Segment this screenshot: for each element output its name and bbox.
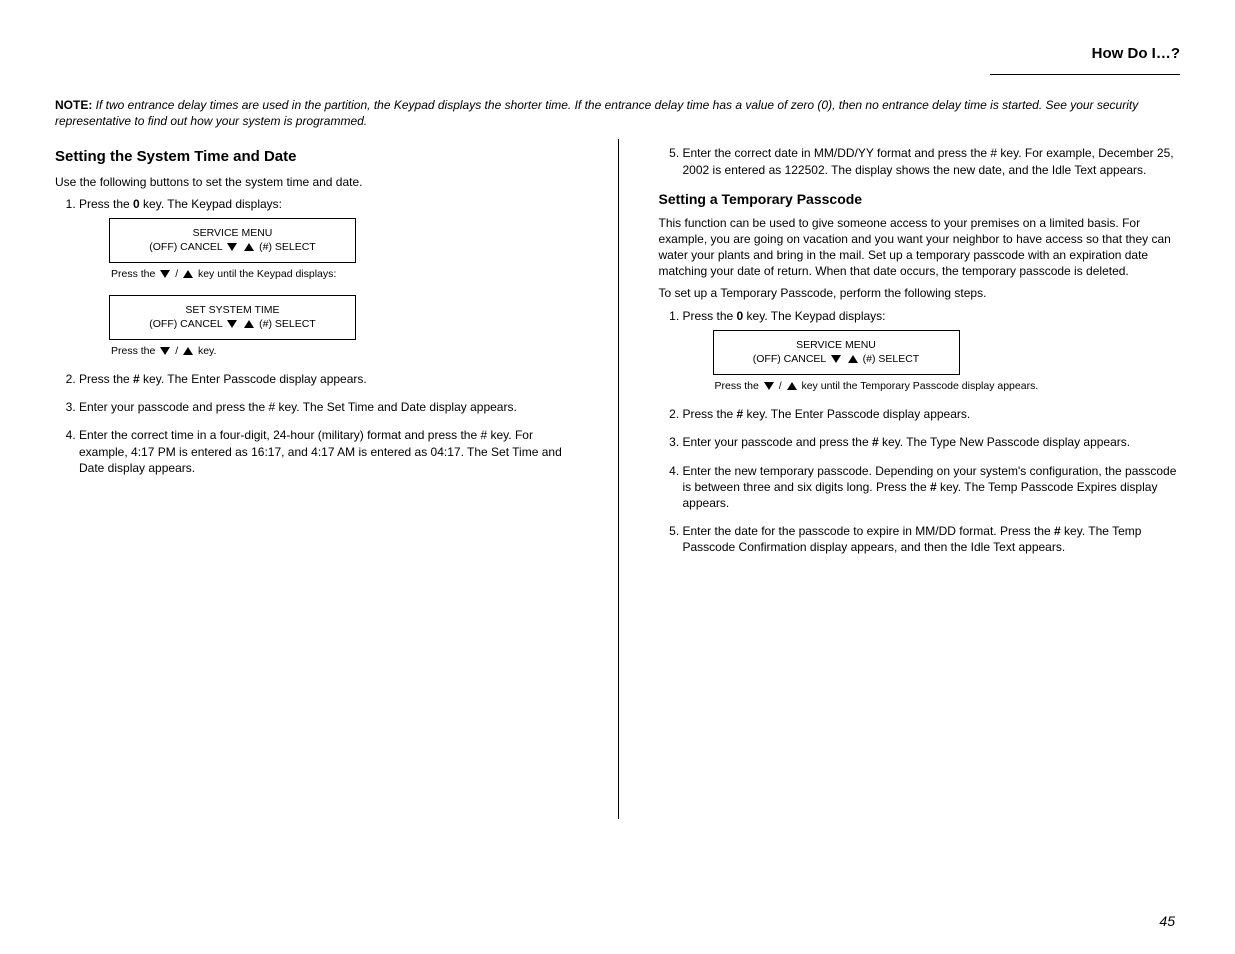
top-note: NOTE: If two entrance delay times are us… <box>55 97 1180 129</box>
right-step-5: Enter the date for the passcode to expir… <box>683 523 1181 555</box>
triangle-up-icon <box>244 241 254 255</box>
display-line-1: SET SYSTEM TIME <box>120 303 345 317</box>
right-step-4: Enter the new temporary passcode. Depend… <box>683 463 1181 512</box>
display-line-2: (OFF) CANCEL (#) SELECT <box>120 317 345 332</box>
triangle-down-icon <box>160 268 170 282</box>
triangle-up-icon <box>787 380 797 394</box>
right-column: Enter the correct date in MM/DD/YY forma… <box>618 139 1181 819</box>
page-header: How Do I…? <box>55 45 1180 79</box>
display-line-2: (OFF) CANCEL (#) SELECT <box>120 240 345 255</box>
triangle-down-icon <box>227 318 237 332</box>
intro-text: Use the following buttons to set the sys… <box>55 174 578 190</box>
display-line-2: (OFF) CANCEL (#) SELECT <box>724 352 949 367</box>
display-line-1: SERVICE MENU <box>120 226 345 240</box>
content-columns: Setting the System Time and Date Use the… <box>55 139 1180 819</box>
keypad-display-service-menu-2: SERVICE MENU (OFF) CANCEL (#) SELECT <box>713 330 960 375</box>
right-step-5-continuation: Enter the correct date in MM/DD/YY forma… <box>683 145 1181 177</box>
left-step-1: Press the 0 key. The Keypad displays: SE… <box>79 196 578 359</box>
under-box-instruction-2: Press the / key. <box>111 344 578 359</box>
right-step5-list: Enter the correct date in MM/DD/YY forma… <box>659 145 1181 177</box>
triangle-up-icon <box>848 353 858 367</box>
triangle-down-icon <box>764 380 774 394</box>
right-step-3: Enter your passcode and press the # key.… <box>683 434 1181 450</box>
right-step-1: Press the 0 key. The Keypad displays: SE… <box>683 308 1181 395</box>
section-title-set-time: Setting the System Time and Date <box>55 147 578 167</box>
right-steps: Press the 0 key. The Keypad displays: SE… <box>659 308 1181 556</box>
triangle-up-icon <box>183 345 193 359</box>
under-box-instruction-3: Press the / key until the Temporary Pass… <box>715 379 1181 394</box>
left-step-3: Enter your passcode and press the # key.… <box>79 399 578 415</box>
under-box-instruction-1: Press the / key until the Keypad display… <box>111 267 578 282</box>
display-line-1: SERVICE MENU <box>724 338 949 352</box>
note-prefix: NOTE: <box>55 98 96 112</box>
keypad-display-service-menu-1: SERVICE MENU (OFF) CANCEL (#) SELECT <box>109 218 356 263</box>
temp-passcode-p1: This function can be used to give someon… <box>659 215 1181 280</box>
header-rule <box>990 74 1180 75</box>
triangle-down-icon <box>227 241 237 255</box>
temp-passcode-p2: To set up a Temporary Passcode, perform … <box>659 285 1181 301</box>
triangle-up-icon <box>183 268 193 282</box>
left-column: Setting the System Time and Date Use the… <box>55 139 618 819</box>
left-step-4: Enter the correct time in a four-digit, … <box>79 427 578 476</box>
section-title-temp-passcode: Setting a Temporary Passcode <box>659 190 1181 209</box>
left-steps: Press the 0 key. The Keypad displays: SE… <box>55 196 578 476</box>
triangle-down-icon <box>160 345 170 359</box>
header-title: How Do I…? <box>1092 45 1180 62</box>
keypad-display-set-system-time: SET SYSTEM TIME (OFF) CANCEL (#) SELECT <box>109 295 356 340</box>
page-number: 45 <box>1159 913 1175 929</box>
note-italic: If two entrance delay times are used in … <box>96 98 1043 112</box>
right-step-2: Press the # key. The Enter Passcode disp… <box>683 406 1181 422</box>
triangle-up-icon <box>244 318 254 332</box>
left-step-2: Press the # key. The Enter Passcode disp… <box>79 371 578 387</box>
triangle-down-icon <box>831 353 841 367</box>
